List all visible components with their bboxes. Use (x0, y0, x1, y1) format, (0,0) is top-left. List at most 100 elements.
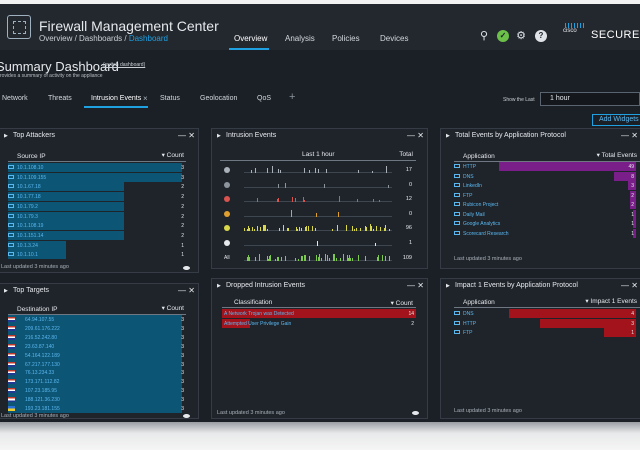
table-row[interactable]: 23.63.87.140 3 (8, 341, 186, 351)
table-row[interactable]: 10.1.67.18 2 (8, 182, 186, 192)
help-icon[interactable]: ? (535, 30, 547, 42)
table-row[interactable]: 10.1.79.2 2 (8, 201, 186, 211)
row-label[interactable]: 10.1.151.14 (17, 233, 43, 239)
nav-policies[interactable]: Policies (332, 34, 360, 43)
table-row[interactable]: A Network Trojan was Detected 14 (222, 309, 416, 318)
minimize-icon[interactable]: — (621, 279, 629, 293)
table-row[interactable]: 216.52.242.80 3 (8, 332, 186, 342)
table-row[interactable]: Daily Mail 1 (454, 209, 636, 219)
row-label[interactable]: 10.1.67.18 (17, 184, 41, 190)
close-icon[interactable]: ✕ (417, 129, 424, 143)
row-label[interactable]: 216.52.242.80 (25, 335, 57, 341)
row-label[interactable]: Daily Mail (463, 212, 485, 218)
row-label[interactable]: 10.1.10.1 (17, 252, 38, 258)
table-row[interactable]: LinkedIn 3 (454, 181, 636, 190)
row-label[interactable]: DNS (463, 311, 474, 317)
row-label[interactable]: 10.1.79.3 (17, 214, 38, 220)
column-header-count[interactable]: ▾ Count (162, 151, 184, 159)
tab-intrusion-events[interactable]: Intrusion Events (91, 95, 141, 102)
row-label[interactable]: 193.23.181.155 (25, 406, 60, 412)
tab-close-icon[interactable]: × (143, 94, 148, 103)
row-label[interactable]: 173.171.112.82 (25, 379, 59, 385)
table-row[interactable]: 10.1.79.3 2 (8, 211, 186, 221)
column-header-impact1-events[interactable]: ▾ Impact 1 Events (585, 297, 637, 305)
close-icon[interactable]: ✕ (631, 279, 638, 293)
row-label[interactable]: Rubicon Project (463, 202, 498, 208)
table-row[interactable]: 10.1.108.19 2 (8, 221, 186, 231)
row-label[interactable]: A Network Trojan was Detected (224, 311, 294, 317)
collapse-triangle-icon[interactable]: ▶ (217, 279, 221, 293)
collapse-triangle-icon[interactable]: ▶ (4, 284, 8, 298)
table-row[interactable]: 10.1.109.155 3 (8, 172, 186, 182)
intrusion-event-row[interactable]: 0 (218, 209, 412, 221)
add-widgets-button[interactable]: Add Widgets (592, 114, 640, 126)
eye-icon[interactable] (183, 266, 190, 270)
table-row[interactable]: HTTP 49 (454, 162, 636, 171)
table-row[interactable]: 188.121.36.230 3 (8, 395, 186, 405)
row-label[interactable]: 23.63.87.140 (25, 344, 54, 350)
tab-threats[interactable]: Threats (48, 95, 72, 102)
column-header-destination-ip[interactable]: Destination IP (17, 306, 57, 313)
row-label[interactable]: 10.1.108.19 (17, 223, 43, 229)
row-label[interactable]: FTP (463, 193, 472, 199)
close-icon[interactable]: ✕ (188, 284, 195, 298)
table-row[interactable]: 64.94.107.55 3 (8, 315, 186, 324)
nav-overview[interactable]: Overview (234, 34, 267, 43)
row-label[interactable]: 54.164.122.189 (25, 353, 60, 359)
table-row[interactable]: Scorecard Research 1 (454, 228, 636, 238)
collapse-triangle-icon[interactable]: ▶ (446, 129, 450, 143)
intrusion-event-row[interactable]: All 109 (218, 253, 412, 265)
row-label[interactable]: 188.121.36.230 (25, 397, 60, 403)
row-label[interactable]: 10.1.108.10 (17, 165, 43, 171)
row-label[interactable]: 10.1.3.24 (17, 243, 38, 249)
column-header-count[interactable]: ▾ Count (162, 304, 184, 312)
table-row[interactable]: HTTP 3 (454, 318, 636, 328)
row-label[interactable]: 107.23.185.95 (25, 388, 57, 394)
minimize-icon[interactable]: — (407, 129, 415, 143)
table-row[interactable]: 67.217.177.130 3 (8, 359, 186, 369)
table-row[interactable]: 209.61.176.222 3 (8, 323, 186, 333)
minimize-icon[interactable]: — (178, 129, 186, 143)
tab-qos[interactable]: QoS (257, 95, 271, 102)
collapse-triangle-icon[interactable]: ▶ (446, 279, 450, 293)
table-row[interactable]: 10.1.108.10 3 (8, 163, 186, 172)
close-icon[interactable]: ✕ (188, 129, 195, 143)
row-label[interactable]: HTTP (463, 321, 476, 327)
table-row[interactable]: 173.171.112.82 3 (8, 377, 186, 387)
eye-icon[interactable] (183, 414, 190, 418)
gear-icon[interactable]: ⚙ (515, 30, 527, 42)
switch-dashboard-link[interactable]: (switch dashboard) (103, 62, 145, 68)
row-label[interactable]: 76.13.234.33 (25, 370, 54, 376)
minimize-icon[interactable]: — (178, 284, 186, 298)
collapse-triangle-icon[interactable]: ▶ (4, 129, 8, 143)
row-label[interactable]: FTP (463, 330, 472, 336)
minimize-icon[interactable]: — (407, 279, 415, 293)
row-label[interactable]: 10.1.109.155 (17, 175, 46, 181)
table-row[interactable]: 10.1.3.24 1 (8, 240, 186, 250)
table-row[interactable]: DNS 8 (454, 171, 636, 181)
table-row[interactable]: 76.13.234.33 3 (8, 368, 186, 378)
breadcrumb-dashboards[interactable]: Dashboards (79, 34, 122, 43)
table-row[interactable]: DNS 4 (454, 309, 636, 318)
table-row[interactable]: 10.1.10.1 1 (8, 250, 186, 260)
intrusion-event-row[interactable]: 17 (218, 165, 412, 177)
column-header-application[interactable]: Application (463, 153, 495, 160)
table-row[interactable]: 10.1.77.18 2 (8, 192, 186, 202)
table-row[interactable]: 10.1.151.14 2 (8, 230, 186, 240)
intrusion-event-row[interactable]: 0 (218, 180, 412, 192)
close-icon[interactable]: ✕ (631, 129, 638, 143)
intrusion-event-row[interactable]: 96 (218, 223, 412, 235)
row-label[interactable]: 10.1.77.18 (17, 194, 41, 200)
column-header-count[interactable]: ▾ Count (391, 299, 413, 307)
table-row[interactable]: 193.23.181.155 3 (8, 404, 186, 413)
column-header-source-ip[interactable]: Source IP (17, 153, 46, 160)
minimize-icon[interactable]: — (621, 129, 629, 143)
row-label[interactable]: HTTP (463, 164, 476, 170)
tab-geolocation[interactable]: Geolocation (200, 95, 237, 102)
intrusion-event-row[interactable]: 12 (218, 194, 412, 206)
tab-network[interactable]: Network (2, 95, 28, 102)
time-range-select[interactable]: 1 hour (540, 92, 640, 106)
column-header-application[interactable]: Application (463, 299, 495, 306)
eye-icon[interactable] (412, 411, 419, 415)
tab-status[interactable]: Status (160, 95, 180, 102)
